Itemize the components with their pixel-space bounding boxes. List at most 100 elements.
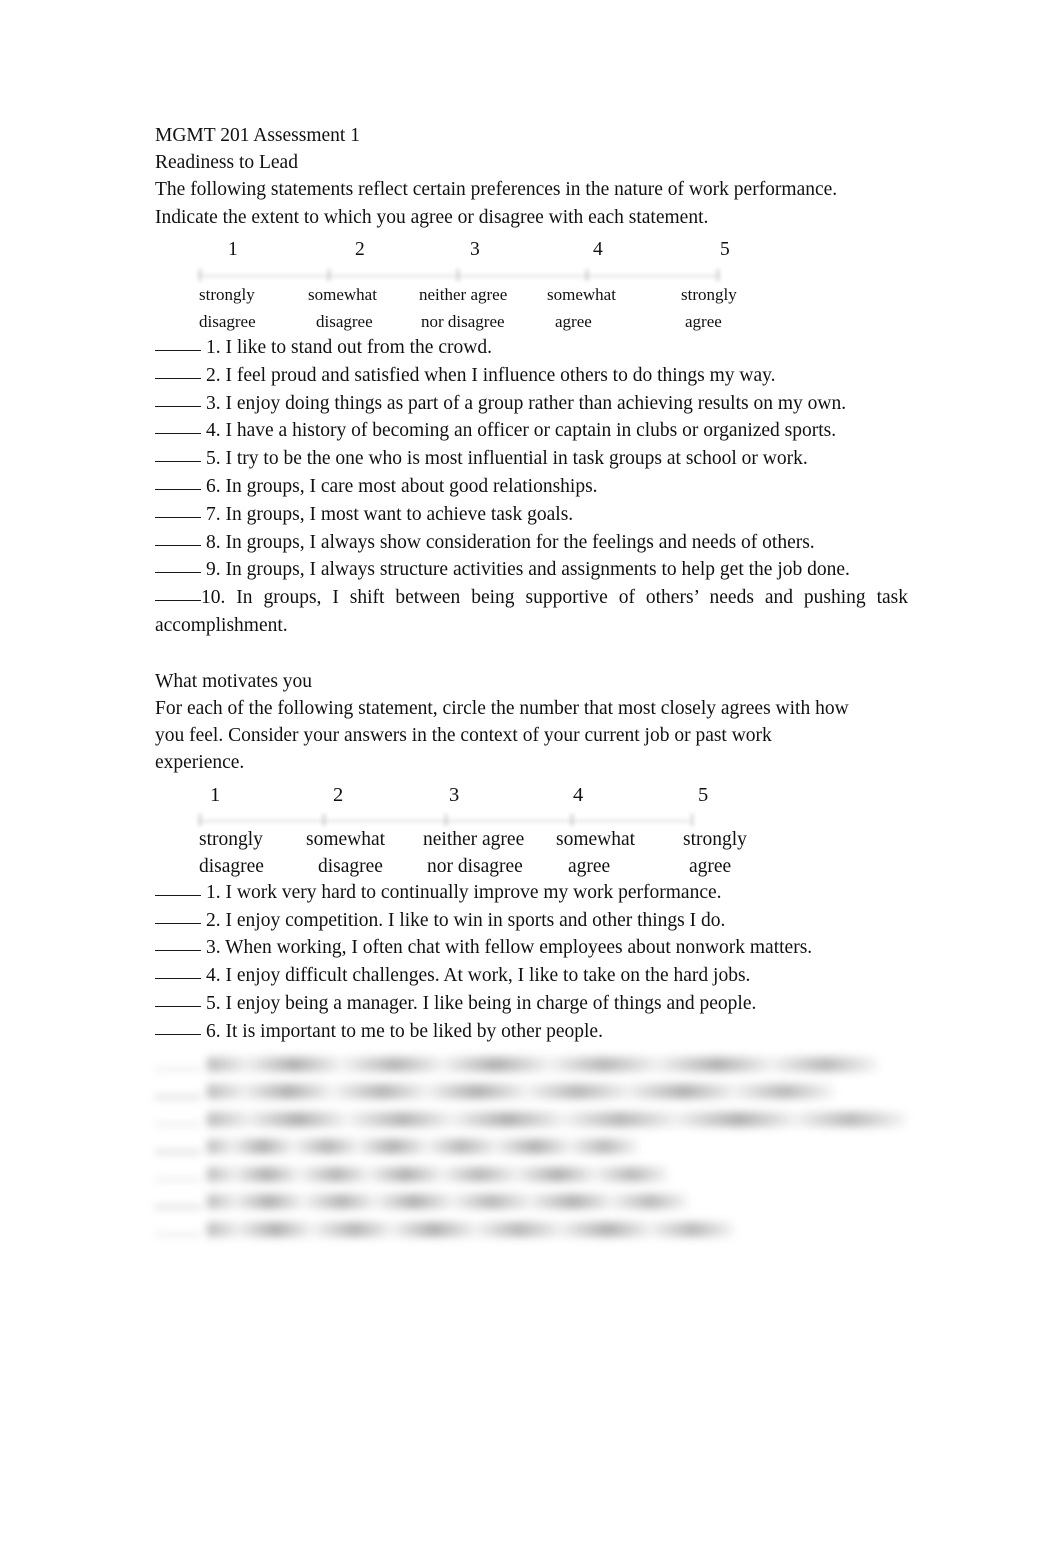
answer-blank xyxy=(155,1151,201,1153)
answer-blank xyxy=(155,1096,201,1098)
section-divider xyxy=(155,640,908,668)
question-item[interactable]: 4. I have a history of becoming an offic… xyxy=(155,417,908,445)
likert-label-5: strongly agree xyxy=(681,281,737,335)
likert-label-3: neither agree nor disagree xyxy=(423,826,524,880)
question-text: 9. In groups, I always structure activit… xyxy=(206,559,850,581)
question-item[interactable]: 3. I enjoy doing things as part of a gro… xyxy=(155,390,908,418)
question-text: 3. When working, I often chat with fello… xyxy=(206,937,813,959)
answer-blank[interactable] xyxy=(155,350,201,351)
answer-blank[interactable] xyxy=(155,922,201,924)
answer-blank[interactable] xyxy=(155,600,201,602)
ruler-tick-1 xyxy=(199,269,201,281)
likert-number-1: 1 xyxy=(210,783,221,806)
redacted-text xyxy=(207,1111,907,1127)
likert-number-4: 4 xyxy=(573,783,584,806)
redacted-question-block xyxy=(155,1052,908,1245)
answer-blank[interactable] xyxy=(155,1005,201,1007)
redacted-row xyxy=(155,1162,908,1190)
likert-label-2-line2: disagree xyxy=(318,855,383,877)
question-item[interactable]: 10. In groups, I shift between being sup… xyxy=(155,584,908,640)
answer-blank[interactable] xyxy=(155,461,201,463)
answer-blank[interactable] xyxy=(155,572,201,574)
likert-label-4: somewhat agree xyxy=(556,826,635,880)
likert-number-2: 2 xyxy=(333,783,344,806)
answer-blank[interactable] xyxy=(155,405,201,407)
redacted-row xyxy=(155,1189,908,1217)
answer-blank[interactable] xyxy=(155,894,201,896)
likert-number-3: 3 xyxy=(449,783,460,806)
answer-blank[interactable] xyxy=(155,950,201,952)
question-item[interactable]: 3. When working, I often chat with fello… xyxy=(155,934,908,962)
redacted-text xyxy=(207,1056,879,1072)
ruler-tick-4 xyxy=(586,269,588,281)
likert-label-3-line2: nor disagree xyxy=(427,855,523,877)
question-item[interactable]: 1. I like to stand out from the crowd. xyxy=(155,334,908,362)
answer-blank[interactable] xyxy=(155,377,201,379)
redacted-text xyxy=(207,1221,735,1237)
likert-label-3-line1: neither agree xyxy=(423,828,525,850)
question-item[interactable]: 2. I feel proud and satisfied when I inf… xyxy=(155,362,908,390)
question-text: 1. I work very hard to continually impro… xyxy=(206,881,722,903)
redacted-row xyxy=(155,1052,908,1080)
question-item[interactable]: 5. I enjoy being a manager. I like being… xyxy=(155,990,908,1018)
likert-label-1: strongly disagree xyxy=(199,826,264,880)
answer-blank[interactable] xyxy=(155,978,201,980)
question-list-readiness: 1. I like to stand out from the crowd. 2… xyxy=(155,334,908,640)
likert-label-4: somewhat agree xyxy=(547,281,616,335)
likert-number-1: 1 xyxy=(228,239,238,260)
redacted-text xyxy=(207,1166,669,1182)
likert-label-3: neither agree nor disagree xyxy=(419,281,507,335)
question-item[interactable]: 2. I enjoy competition. I like to win in… xyxy=(155,907,908,935)
likert-label-4-line2: agree xyxy=(555,312,592,331)
likert-label-2: somewhat disagree xyxy=(306,826,385,880)
likert-label-1-line1: strongly xyxy=(199,285,255,304)
likert-number-4: 4 xyxy=(593,239,603,260)
redacted-text xyxy=(207,1084,835,1100)
likert-numbers-motivation: 1 2 3 4 5 xyxy=(155,782,908,808)
question-item[interactable]: 6. It is important to me to be liked by … xyxy=(155,1018,908,1046)
likert-label-5: strongly agree xyxy=(683,826,747,880)
answer-blank[interactable] xyxy=(155,544,201,546)
question-text: 2. I feel proud and satisfied when I inf… xyxy=(206,364,776,386)
section-instructions-motivation-line1: For each of the following statement, cir… xyxy=(155,697,849,719)
likert-number-2: 2 xyxy=(355,239,365,260)
section-instructions-motivation-line2: you feel. Consider your answers in the c… xyxy=(155,724,772,746)
answer-blank[interactable] xyxy=(155,488,201,490)
answer-blank[interactable] xyxy=(155,433,201,435)
answer-blank[interactable] xyxy=(155,1033,201,1035)
likert-label-2: somewhat disagree xyxy=(308,281,377,335)
redacted-row xyxy=(155,1079,908,1107)
question-text: 4. I have a history of becoming an offic… xyxy=(206,420,837,442)
likert-label-4-line2: agree xyxy=(568,855,611,877)
ruler-tick-4 xyxy=(571,813,573,826)
likert-label-3-line2: nor disagree xyxy=(421,312,505,331)
answer-blank xyxy=(155,1178,201,1181)
section-heading-motivation: What motivates you xyxy=(155,670,313,692)
likert-label-1: strongly disagree xyxy=(199,281,256,335)
question-text: 3. I enjoy doing things as part of a gro… xyxy=(206,392,847,414)
question-list-motivation: 1. I work very hard to continually impro… xyxy=(155,879,908,1046)
likert-number-5: 5 xyxy=(720,239,730,260)
redacted-text xyxy=(207,1194,689,1210)
question-item[interactable]: 5. I try to be the one who is most influ… xyxy=(155,445,908,473)
answer-blank[interactable] xyxy=(155,516,201,518)
likert-label-1-line2: disagree xyxy=(199,855,264,877)
likert-label-2-line2: disagree xyxy=(316,312,373,331)
likert-number-5: 5 xyxy=(698,783,709,806)
question-item[interactable]: 6. In groups, I care most about good rel… xyxy=(155,473,908,501)
ruler-bar xyxy=(199,819,689,822)
likert-label-4-line1: somewhat xyxy=(547,285,616,304)
question-item[interactable]: 1. I work very hard to continually impro… xyxy=(155,879,908,907)
question-item[interactable]: 7. In groups, I most want to achieve tas… xyxy=(155,501,908,529)
question-item[interactable]: 4. I enjoy difficult challenges. At work… xyxy=(155,962,908,990)
redacted-text xyxy=(207,1139,639,1155)
ruler-tick-3 xyxy=(445,813,447,826)
likert-labels-readiness: strongly disagree somewhat disagree neit… xyxy=(155,281,908,335)
question-text: 6. In groups, I care most about good rel… xyxy=(206,475,598,497)
question-text: 7. In groups, I most want to achieve tas… xyxy=(206,503,574,525)
question-item[interactable]: 8. In groups, I always show consideratio… xyxy=(155,529,908,557)
ruler-tick-2 xyxy=(328,269,330,281)
question-item[interactable]: 9. In groups, I always structure activit… xyxy=(155,556,908,584)
likert-scale-motivation: 1 2 3 4 5 strongly disagree somewhat dis… xyxy=(155,782,908,877)
likert-number-3: 3 xyxy=(470,239,480,260)
